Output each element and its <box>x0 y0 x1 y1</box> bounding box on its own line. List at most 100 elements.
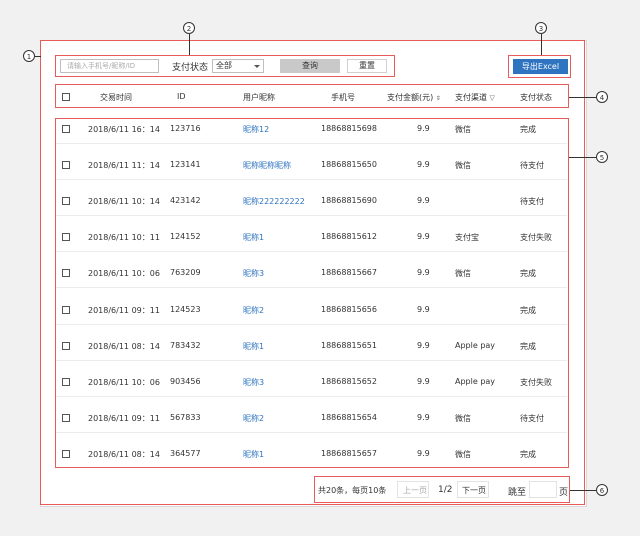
cell-nickname[interactable]: 昵称1 <box>243 232 264 243</box>
prev-page-label: 上一页 <box>403 486 427 495</box>
select-all-checkbox[interactable] <box>62 93 70 101</box>
cell-time: 2018/6/11 10：06 <box>88 378 160 387</box>
cell-status: 完成 <box>520 306 536 315</box>
cell-status: 完成 <box>520 450 536 459</box>
cell-time: 2018/6/11 16：14 <box>88 125 160 134</box>
cell-nickname[interactable]: 昵称3 <box>243 377 264 388</box>
cell-amount: 9.9 <box>417 232 430 241</box>
row-divider <box>56 360 567 361</box>
callout-6: 6 <box>596 484 608 496</box>
callout-line-4 <box>569 97 596 98</box>
header-channel-label: 支付渠道 <box>455 93 487 102</box>
header-amount[interactable]: 支付金额(元) ⇕ <box>387 92 441 103</box>
row-checkbox[interactable] <box>62 269 70 277</box>
pagination-summary: 共20条，每页10条 <box>318 486 387 495</box>
cell-id: 423142 <box>170 196 201 205</box>
cell-amount: 9.9 <box>417 160 430 169</box>
cell-id: 763209 <box>170 268 201 277</box>
row-divider <box>56 287 567 288</box>
cell-nickname[interactable]: 昵称12 <box>243 124 269 135</box>
cell-phone: 18868815657 <box>321 449 377 458</box>
cell-nickname[interactable]: 昵称2 <box>243 305 264 316</box>
jump-page-input[interactable] <box>529 481 557 498</box>
export-excel-button[interactable]: 导出Excel <box>513 59 568 74</box>
cell-phone: 18868815690 <box>321 196 377 205</box>
cell-time: 2018/6/11 09：11 <box>88 306 160 315</box>
cell-time: 2018/6/11 10：14 <box>88 197 160 206</box>
row-checkbox[interactable] <box>62 378 70 386</box>
row-checkbox[interactable] <box>62 233 70 241</box>
row-checkbox[interactable] <box>62 414 70 422</box>
cell-nickname[interactable]: 昵称3 <box>243 268 264 279</box>
cell-id: 364577 <box>170 449 201 458</box>
header-status[interactable]: 支付状态 <box>520 92 552 103</box>
status-select[interactable]: 全部 <box>212 59 264 73</box>
cell-time: 2018/6/11 11：14 <box>88 161 160 170</box>
callout-3: 3 <box>535 22 547 34</box>
row-checkbox[interactable] <box>62 450 70 458</box>
cell-phone: 18868815650 <box>321 160 377 169</box>
row-checkbox[interactable] <box>62 197 70 205</box>
cell-phone: 18868815667 <box>321 268 377 277</box>
row-checkbox[interactable] <box>62 161 70 169</box>
cell-id: 903456 <box>170 377 201 386</box>
header-phone[interactable]: 手机号 <box>331 92 355 103</box>
row-divider <box>56 396 567 397</box>
cell-id: 123141 <box>170 160 201 169</box>
cell-channel: 支付宝 <box>455 233 479 242</box>
header-channel[interactable]: 支付渠道 ▽ <box>455 92 495 103</box>
reset-button[interactable]: 重置 <box>347 59 387 73</box>
header-nickname[interactable]: 用户昵称 <box>243 92 275 103</box>
cell-time: 2018/6/11 09：11 <box>88 414 160 423</box>
row-divider <box>56 143 567 144</box>
cell-channel: Apple pay <box>455 341 496 350</box>
chevron-down-icon <box>254 65 260 68</box>
row-checkbox[interactable] <box>62 342 70 350</box>
cell-phone: 18868815698 <box>321 124 377 133</box>
callout-2: 2 <box>183 22 195 34</box>
row-checkbox[interactable] <box>62 306 70 314</box>
cell-time: 2018/6/11 10：11 <box>88 233 160 242</box>
query-button[interactable]: 查询 <box>280 59 340 73</box>
filter-icon[interactable]: ▽ <box>490 94 495 102</box>
callout-line-3 <box>541 34 542 55</box>
callout-1: 1 <box>23 50 35 62</box>
cell-id: 783432 <box>170 341 201 350</box>
cell-nickname[interactable]: 昵称2 <box>243 413 264 424</box>
cell-nickname[interactable]: 昵称1 <box>243 341 264 352</box>
cell-amount: 9.9 <box>417 377 430 386</box>
cell-amount: 9.9 <box>417 124 430 133</box>
cell-status: 待支付 <box>520 414 544 423</box>
sort-icon[interactable]: ⇕ <box>436 95 441 102</box>
cell-id: 567833 <box>170 413 201 422</box>
row-divider <box>56 251 567 252</box>
callout-4: 4 <box>596 91 608 103</box>
cell-amount: 9.9 <box>417 196 430 205</box>
header-amount-label: 支付金额(元) <box>387 93 434 102</box>
cell-nickname[interactable]: 昵称昵称昵称 <box>243 160 291 171</box>
status-select-value: 全部 <box>216 61 232 70</box>
cell-channel: 微信 <box>455 125 471 134</box>
cell-phone: 18868815612 <box>321 232 377 241</box>
cell-phone: 18868815654 <box>321 413 377 422</box>
page-suffix: 页 <box>559 488 569 498</box>
callout-line-6 <box>570 490 596 491</box>
cell-amount: 9.9 <box>417 341 430 350</box>
cell-nickname[interactable]: 昵称222222222 <box>243 196 305 207</box>
cell-status: 待支付 <box>520 197 544 206</box>
header-time[interactable]: 交易时间 <box>100 92 132 103</box>
cell-channel: 微信 <box>455 450 471 459</box>
next-page-label: 下一页 <box>462 486 486 495</box>
row-checkbox[interactable] <box>62 125 70 133</box>
cell-time: 2018/6/11 08：14 <box>88 342 160 351</box>
row-divider <box>56 432 567 433</box>
row-divider <box>56 215 567 216</box>
cell-amount: 9.9 <box>417 268 430 277</box>
cell-nickname[interactable]: 昵称1 <box>243 449 264 460</box>
cell-amount: 9.9 <box>417 305 430 314</box>
row-divider <box>56 324 567 325</box>
header-id[interactable]: ID <box>177 92 186 101</box>
cell-id: 124152 <box>170 232 201 241</box>
cell-channel: 微信 <box>455 414 471 423</box>
search-input[interactable]: 请输入手机号/昵称/ID <box>60 59 159 73</box>
